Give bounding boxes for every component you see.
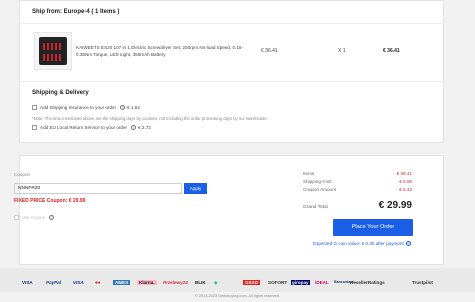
return-checkbox[interactable] (32, 125, 37, 130)
bit-graphic (51, 54, 53, 61)
bit-graphic (47, 43, 49, 50)
coupon-amount-label: Coupon Amount (303, 187, 336, 192)
visa-icon: VISA (73, 280, 84, 285)
amex-icon: AMEX (113, 280, 131, 285)
shipping-label: Shipping Cost (303, 179, 332, 184)
insurance-row: Add Shipping Insurance to your order ? €… (32, 105, 140, 110)
help-icon[interactable]: ? (120, 105, 126, 110)
blik-icon: BLIK (195, 280, 206, 285)
klarna-icon: Klarna. (137, 280, 157, 285)
trustpilot-icon: Trustpilot (412, 280, 433, 285)
g-coin-label: Use G coins (22, 215, 45, 220)
shipping-value: € 0.00 (399, 179, 412, 184)
mastercard-icon: ●● (95, 280, 101, 285)
shipment-card: Ship from: Europe-4 ( 1 Items ) KAIWEETS… (19, 0, 444, 143)
insurance-price: € 1.62 (127, 105, 140, 110)
insurance-label: Add Shipping Insurance to your order (40, 105, 117, 110)
summary-shipping-row: Shipping Cost € 0.00 (303, 179, 412, 184)
divider (20, 81, 443, 82)
przelewy24-icon: Przelewy24 (163, 280, 188, 285)
help-icon[interactable]: ? (406, 241, 411, 246)
divider (20, 23, 443, 24)
ideal-icon: iDEAL (315, 280, 329, 285)
g-coin-row: Use G coins ? (14, 215, 56, 220)
coupon-amount-value: - € 6.42 (396, 187, 412, 192)
resellerratings-icon: ResellerRatings (350, 280, 385, 285)
product-name-link[interactable]: KAIWEETS ES20 107 in 1 Electric Screwdri… (76, 44, 246, 58)
items-value: € 36.41 (396, 171, 412, 176)
pix-icon: ◆ (214, 280, 218, 285)
grand-total-label: Grand Total (303, 205, 328, 210)
copyright-text: © 2013-2023 Geekbuying.com. All rights r… (195, 294, 280, 298)
bit-graphic (43, 54, 45, 61)
place-order-button[interactable]: Place Your Order (333, 219, 413, 236)
product-image[interactable] (34, 32, 72, 70)
bit-graphic (43, 43, 45, 50)
help-icon[interactable]: ? (48, 215, 54, 220)
bit-graphic (55, 43, 57, 50)
bit-graphic (59, 43, 61, 50)
bit-graphic (51, 43, 53, 50)
g-coin-checkbox[interactable] (14, 215, 19, 220)
sofort-icon: SOFORT (268, 280, 288, 285)
fixed-price-coupon-text: FIXED PRICE Coupon: € 29.99 (14, 198, 86, 204)
apply-coupon-button[interactable]: Apply (184, 183, 207, 194)
summary-items-row: Items € 36.41 (303, 171, 412, 176)
bit-graphic (55, 54, 57, 61)
bit-graphic (59, 54, 61, 61)
ship-from-title: Ship from: Europe-4 ( 1 Items ) (32, 9, 120, 15)
coupon-input[interactable]: NNNFR20 (14, 183, 182, 194)
return-price: € 2.72 (138, 125, 151, 130)
g-coin-expected-text: Expected G coin value: € 0.30 after paym… (302, 241, 413, 246)
return-row: Add EU Local Return Service to your orde… (32, 125, 151, 130)
paypal-icon: PayPal (46, 280, 62, 285)
return-label: Add EU Local Return Service to your orde… (40, 125, 128, 130)
coupon-label: Coupon (14, 172, 31, 177)
product-subtotal: € 36.41 (383, 48, 400, 54)
oxxo-icon: OXXO (243, 280, 261, 285)
insurance-checkbox[interactable] (32, 105, 37, 110)
bit-graphic (47, 54, 49, 61)
visa-secure-icon: VISA (22, 280, 33, 285)
payment-methods-strip (0, 268, 475, 292)
product-price: € 36.41 (261, 48, 278, 54)
shipping-note: *Note: The time mentioned above are the … (32, 116, 268, 121)
g-coin-expected-label: Expected G coin value: € 0.30 after paym… (313, 241, 404, 246)
giropay-icon: giropay (291, 280, 310, 285)
items-label: Items (303, 171, 315, 176)
grand-total-value: € 29.99 (378, 200, 412, 211)
help-icon[interactable]: ? (131, 125, 137, 130)
shipping-delivery-title: Shipping & Delivery (32, 90, 89, 96)
summary-coupon-row: Coupon Amount - € 6.42 (303, 187, 412, 192)
product-qty: X 1 (338, 48, 346, 54)
